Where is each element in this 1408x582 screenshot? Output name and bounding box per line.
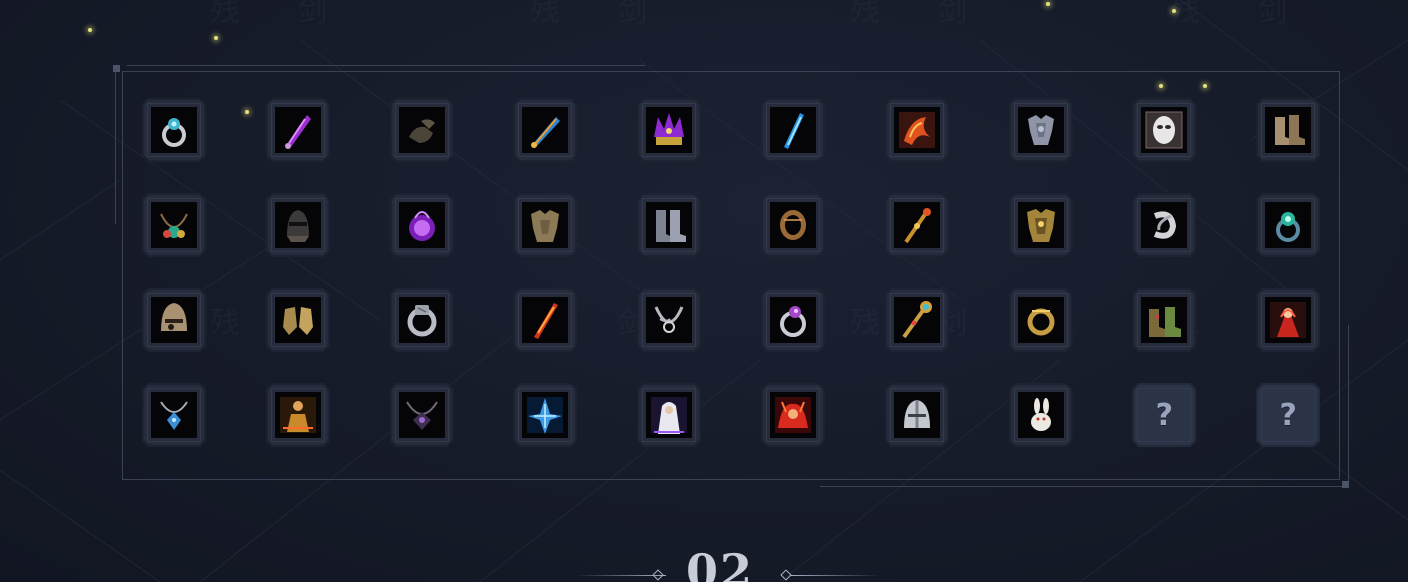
item-slot[interactable]	[760, 193, 825, 257]
jeweled-scepter-icon	[893, 297, 940, 343]
spark-particle	[1046, 2, 1050, 6]
golden-gauntlets-icon	[274, 297, 321, 343]
gold-band-ring-icon	[1017, 297, 1064, 343]
silver-ring-teal-gem-icon	[151, 107, 197, 153]
watermark: 残 剑	[1170, 0, 1312, 29]
item-slot[interactable]	[884, 288, 949, 352]
silver-necklace-icon	[646, 297, 693, 343]
silver-bracelet-icon	[1141, 202, 1188, 248]
bronze-helmet-icon	[151, 297, 197, 343]
golden-warrior-icon	[274, 392, 321, 438]
bronze-bracelet-icon	[769, 202, 816, 248]
frame-accent-right	[1348, 325, 1349, 485]
emerald-ring-icon	[1265, 202, 1312, 248]
item-slot[interactable]	[760, 288, 825, 352]
watermark: 残 剑	[210, 0, 352, 29]
item-slot[interactable]	[637, 98, 702, 162]
engraved-ring-icon	[398, 297, 445, 343]
item-slot[interactable]	[142, 98, 206, 162]
item-slot[interactable]	[265, 98, 330, 162]
item-slot[interactable]	[884, 193, 949, 257]
spark-particle	[1172, 9, 1176, 13]
frame-accent-left	[115, 67, 116, 224]
frame-accent-bottom	[820, 486, 1345, 487]
item-slot[interactable]	[884, 383, 949, 447]
item-slot[interactable]	[760, 98, 825, 162]
page-number: 02	[685, 544, 754, 582]
item-slot[interactable]	[1008, 193, 1073, 257]
watermark: 残 剑	[530, 0, 672, 29]
dark-helmet-icon	[274, 202, 321, 248]
item-slot[interactable]	[389, 98, 454, 162]
leather-boots-icon	[1265, 107, 1312, 153]
purple-dagger-icon	[274, 107, 321, 153]
item-slot[interactable]	[1132, 193, 1197, 257]
locked-item-slot[interactable]: ?	[1132, 383, 1197, 447]
item-slot[interactable]	[760, 383, 825, 447]
spark-particle	[88, 28, 92, 32]
blue-crystal-blade-icon	[769, 107, 816, 153]
item-slot[interactable]	[637, 288, 702, 352]
fire-claw-icon	[893, 107, 940, 153]
item-slot[interactable]	[884, 98, 949, 162]
item-slot[interactable]	[389, 288, 454, 352]
dark-gauntlets-icon	[398, 107, 445, 153]
green-boots-icon	[1141, 297, 1188, 343]
amethyst-ring-icon	[769, 297, 816, 343]
item-slot[interactable]	[1256, 288, 1321, 352]
white-mask-icon	[1141, 107, 1188, 153]
page-indicator-right-line	[790, 575, 880, 576]
white-haired-sage-icon	[646, 392, 693, 438]
item-slot[interactable]	[637, 383, 702, 447]
question-mark-icon: ?	[1279, 397, 1297, 433]
question-mark-icon: ?	[1155, 397, 1174, 433]
item-slot[interactable]	[1132, 98, 1197, 162]
item-slot[interactable]	[637, 193, 702, 257]
golden-staff-icon	[893, 202, 940, 248]
purple-orb-icon	[398, 202, 445, 248]
watermark: 残 剑	[850, 0, 992, 29]
item-collection-grid: ??	[142, 98, 1321, 447]
item-slot[interactable]	[1256, 98, 1321, 162]
bronze-armor-icon	[522, 202, 569, 248]
item-slot[interactable]	[142, 288, 206, 352]
ice-crystal-icon	[522, 392, 569, 438]
locked-item-slot[interactable]: ?	[1256, 383, 1321, 447]
white-rabbit-icon	[1017, 392, 1064, 438]
sapphire-pendant-icon	[151, 392, 197, 438]
item-slot[interactable]	[389, 193, 454, 257]
golden-armor-icon	[1017, 202, 1064, 248]
item-slot[interactable]	[265, 193, 330, 257]
item-slot[interactable]	[389, 383, 454, 447]
item-slot[interactable]	[142, 383, 206, 447]
item-slot[interactable]	[265, 383, 330, 447]
page-indicator: 02	[560, 540, 880, 582]
frame-corner-top-left	[113, 65, 120, 72]
item-slot[interactable]	[142, 193, 206, 257]
silver-helm-icon	[893, 392, 940, 438]
crimson-demon-icon	[769, 392, 816, 438]
item-slot[interactable]	[1008, 383, 1073, 447]
frame-corner-bottom-right	[1342, 481, 1349, 488]
item-slot[interactable]	[265, 288, 330, 352]
dark-pendant-icon	[398, 392, 445, 438]
steel-boots-icon	[646, 202, 693, 248]
item-slot[interactable]	[513, 383, 578, 447]
frame-accent-top	[127, 65, 645, 66]
blue-flame-sword-icon	[522, 107, 569, 153]
jade-necklace-icon	[151, 202, 197, 248]
red-robed-mage-icon	[1265, 297, 1312, 343]
purple-crown-icon	[646, 107, 693, 153]
item-slot[interactable]	[1008, 288, 1073, 352]
item-slot[interactable]	[513, 193, 578, 257]
item-slot[interactable]	[1132, 288, 1197, 352]
item-slot[interactable]	[1008, 98, 1073, 162]
spark-particle	[214, 36, 218, 40]
flame-sword-icon	[522, 297, 569, 343]
item-slot[interactable]	[1256, 193, 1321, 257]
silver-armor-icon	[1017, 107, 1064, 153]
item-slot[interactable]	[513, 288, 578, 352]
item-slot[interactable]	[513, 98, 578, 162]
